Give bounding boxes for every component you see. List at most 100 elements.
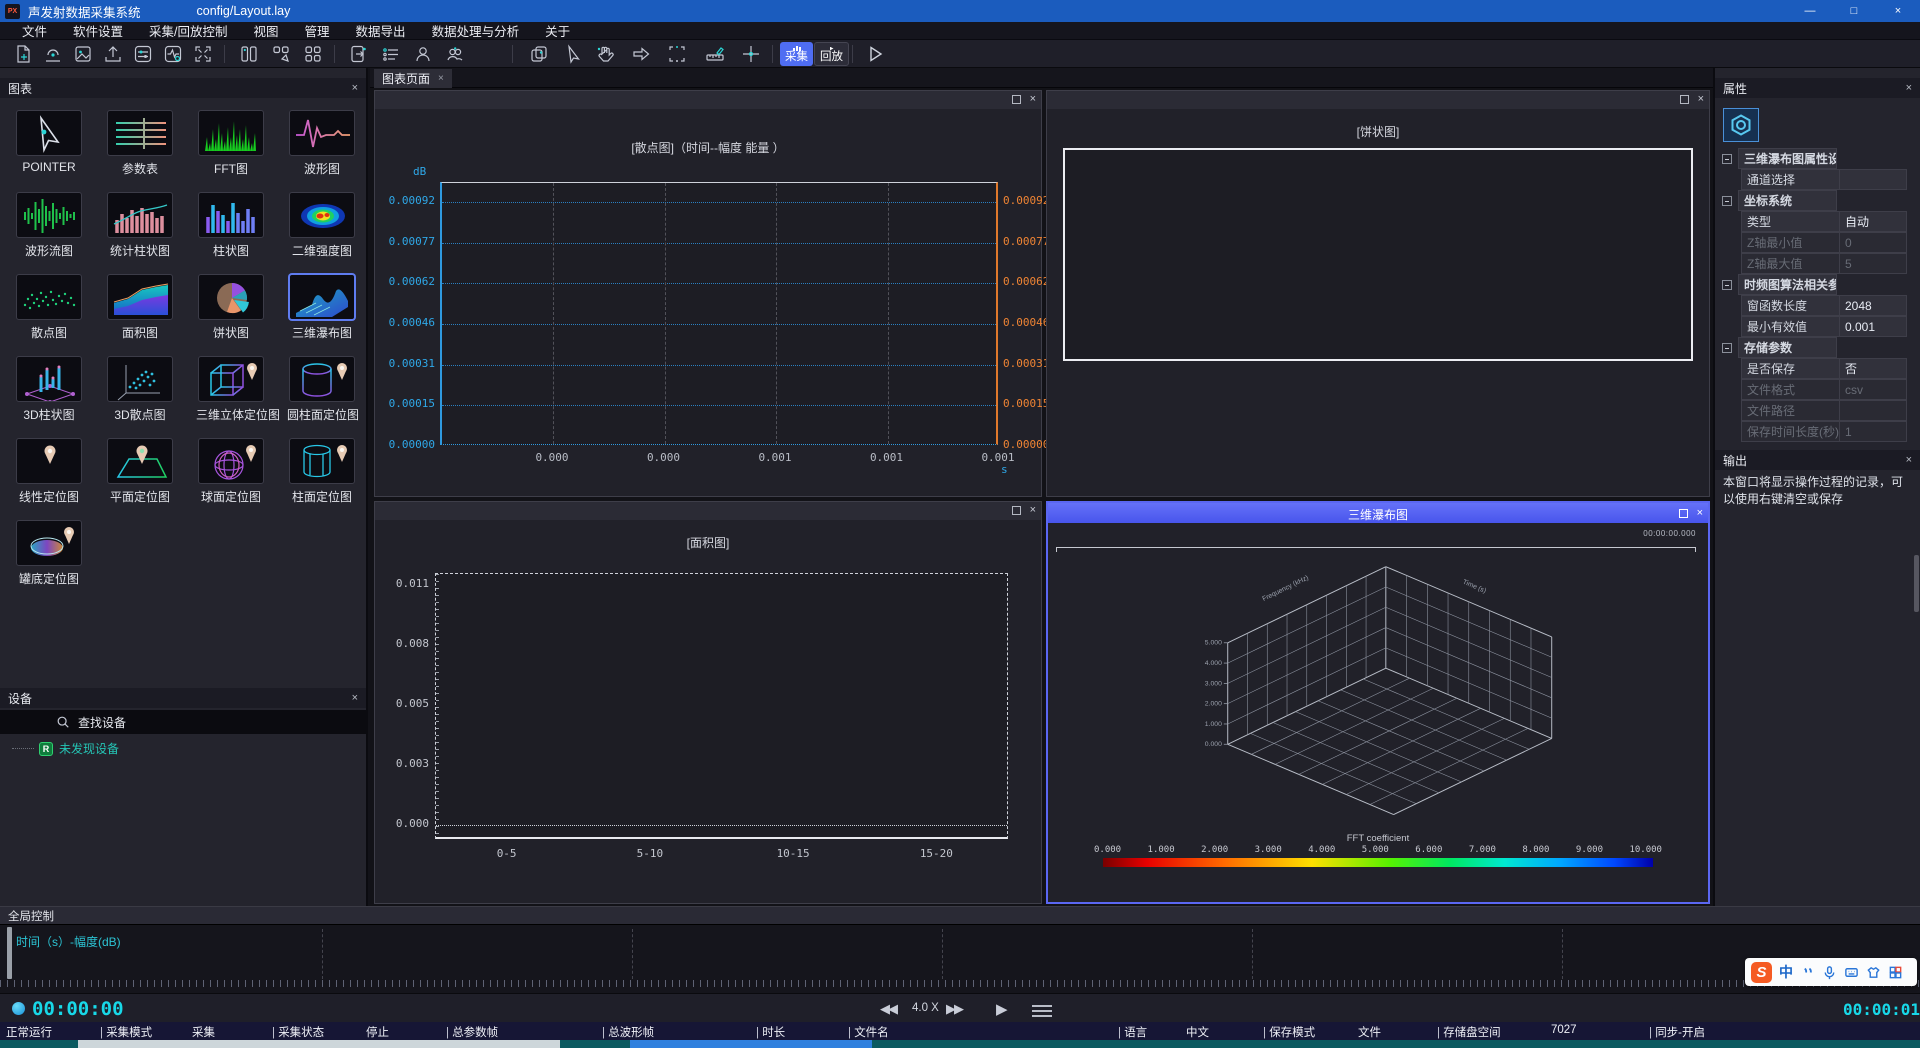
menu-item[interactable]: 软件设置: [73, 21, 123, 40]
tab-close-icon[interactable]: ×: [438, 73, 444, 84]
property-row[interactable]: 坐标系统: [1715, 190, 1920, 211]
chart-type-location-linear[interactable]: 线性定位图: [14, 438, 84, 505]
chart-type-area[interactable]: 面积图: [105, 274, 175, 341]
user-icon[interactable]: [412, 43, 434, 65]
pie-plot-area[interactable]: [1063, 148, 1693, 361]
property-row[interactable]: 保存时间长度(秒) 1: [1715, 421, 1920, 442]
menu-item[interactable]: 关于: [545, 21, 570, 40]
waveform-monitor-icon[interactable]: [162, 43, 184, 65]
chart-type-location-sphere[interactable]: 球面定位图: [196, 438, 266, 505]
record-signal-icon[interactable]: [42, 43, 64, 65]
capture-button[interactable]: 采集: [780, 42, 813, 66]
dock-panel-icon[interactable]: [348, 43, 370, 65]
chart-type-wave-stream[interactable]: 波形流图: [14, 192, 84, 259]
property-value[interactable]: 0.001: [1840, 316, 1907, 337]
ime-skin-icon[interactable]: [1866, 965, 1881, 980]
restore-icon[interactable]: [1679, 509, 1688, 518]
ime-punctuation-icon[interactable]: [1800, 965, 1815, 980]
property-row[interactable]: 类型 自动: [1715, 211, 1920, 232]
minimize-button[interactable]: —: [1788, 0, 1832, 22]
scatter-panel-header[interactable]: ×: [375, 91, 1041, 109]
property-value[interactable]: 5: [1840, 253, 1907, 274]
property-row[interactable]: Z轴最大值 5: [1715, 253, 1920, 274]
property-value[interactable]: [1840, 400, 1907, 421]
layout-grid-icon[interactable]: [302, 43, 324, 65]
chart-type-bar-chart[interactable]: 柱状图: [196, 192, 266, 259]
properties-panel-close-icon[interactable]: ×: [1906, 82, 1912, 94]
play-icon[interactable]: [864, 43, 886, 65]
property-row[interactable]: 最小有效值 0.001: [1715, 316, 1920, 337]
restore-icon[interactable]: [1012, 506, 1021, 515]
property-row[interactable]: 是否保存 否: [1715, 358, 1920, 379]
restore-icon[interactable]: [1680, 95, 1689, 104]
property-row[interactable]: 三维瀑布图属性设置: [1715, 148, 1920, 169]
area-plot-area[interactable]: [435, 573, 1008, 839]
close-icon[interactable]: ×: [1030, 94, 1036, 105]
find-devices-row[interactable]: 查找设备: [0, 710, 366, 734]
playback-button[interactable]: 回放: [814, 42, 849, 66]
user-group-icon[interactable]: [444, 43, 466, 65]
chart-type-stat-histogram[interactable]: 统计柱状图: [105, 192, 175, 259]
property-row[interactable]: 时频图算法相关参数: [1715, 274, 1920, 295]
chart-type-location-tank[interactable]: 罐底定位图: [14, 520, 84, 587]
scrollbar-thumb[interactable]: [1914, 555, 1919, 612]
waterfall-time-axis[interactable]: [1056, 547, 1696, 548]
sogou-logo-icon[interactable]: S: [1751, 962, 1772, 983]
chart-type-intensity-2d[interactable]: 二维强度图: [287, 192, 357, 259]
collapse-icon[interactable]: [1722, 196, 1732, 206]
collapse-icon[interactable]: [1722, 280, 1732, 290]
close-icon[interactable]: ×: [1698, 94, 1704, 105]
ime-mic-icon[interactable]: [1822, 965, 1837, 980]
property-value[interactable]: 1: [1840, 421, 1907, 442]
property-value[interactable]: 否: [1840, 358, 1907, 379]
chart-type-param-table[interactable]: 参数表: [105, 110, 175, 177]
image-icon[interactable]: [72, 43, 94, 65]
close-icon[interactable]: ×: [1697, 508, 1703, 519]
property-value[interactable]: 2048: [1840, 295, 1907, 316]
tab-chart-page[interactable]: 图表页面 ×: [374, 69, 452, 88]
chart-type-pie[interactable]: 饼状图: [196, 274, 266, 341]
property-row[interactable]: 文件格式 csv: [1715, 379, 1920, 400]
output-panel-close-icon[interactable]: ×: [1906, 454, 1912, 466]
property-row[interactable]: 存储参数: [1715, 337, 1920, 358]
close-button[interactable]: ×: [1876, 0, 1920, 22]
ime-toolbox-icon[interactable]: [1888, 965, 1903, 980]
chart-type-fft[interactable]: FFT图: [196, 110, 266, 177]
menu-item[interactable]: 管理: [305, 21, 330, 40]
chart-type-location-planar[interactable]: 平面定位图: [105, 438, 175, 505]
settings-sliders-icon[interactable]: [132, 43, 154, 65]
expand-icon[interactable]: [192, 43, 214, 65]
timeline-handle[interactable]: [7, 927, 12, 979]
property-value[interactable]: csv: [1840, 379, 1907, 400]
menu-item[interactable]: 数据导出: [356, 21, 406, 40]
devices-panel-close-icon[interactable]: ×: [352, 692, 358, 704]
property-value[interactable]: 自动: [1840, 211, 1907, 232]
pie-panel-header[interactable]: ×: [1047, 91, 1709, 109]
chart-type-scatter[interactable]: 散点图: [14, 274, 84, 341]
ruler-pen-icon[interactable]: [704, 43, 726, 65]
maximize-button[interactable]: □: [1832, 0, 1876, 22]
menu-item[interactable]: 采集/回放控制: [149, 21, 227, 40]
play-button[interactable]: ▶: [996, 1000, 1008, 1018]
ime-keyboard-icon[interactable]: [1844, 965, 1859, 980]
waterfall-properties-icon[interactable]: [1723, 108, 1759, 142]
property-row[interactable]: 窗函数长度 2048: [1715, 295, 1920, 316]
export-icon[interactable]: [102, 43, 124, 65]
collapse-icon[interactable]: [1722, 154, 1732, 164]
hand-icon[interactable]: [594, 43, 616, 65]
list-view-icon[interactable]: [380, 43, 402, 65]
chart-type-bar-3d[interactable]: 3D柱状图: [14, 356, 84, 423]
area-panel-header[interactable]: ×: [375, 502, 1041, 520]
scatter-plot-area[interactable]: [440, 182, 998, 445]
fast-forward-button[interactable]: ▶▶: [946, 1001, 962, 1017]
rewind-button[interactable]: ◀◀: [880, 1001, 896, 1017]
waterfall-3d-plot[interactable]: 5.0004.0003.0002.0001.0000.000Frequency …: [1156, 553, 1601, 836]
crosshair-icon[interactable]: [740, 43, 762, 65]
charts-panel-close-icon[interactable]: ×: [352, 82, 358, 94]
restore-icon[interactable]: [1012, 95, 1021, 104]
property-row[interactable]: 通道选择: [1715, 169, 1920, 190]
chart-type-location-cylface[interactable]: 柱面定位图: [287, 438, 357, 505]
collapse-icon[interactable]: [1722, 343, 1732, 353]
forward-arrow-icon[interactable]: [630, 43, 652, 65]
cursor-icon[interactable]: [562, 43, 584, 65]
